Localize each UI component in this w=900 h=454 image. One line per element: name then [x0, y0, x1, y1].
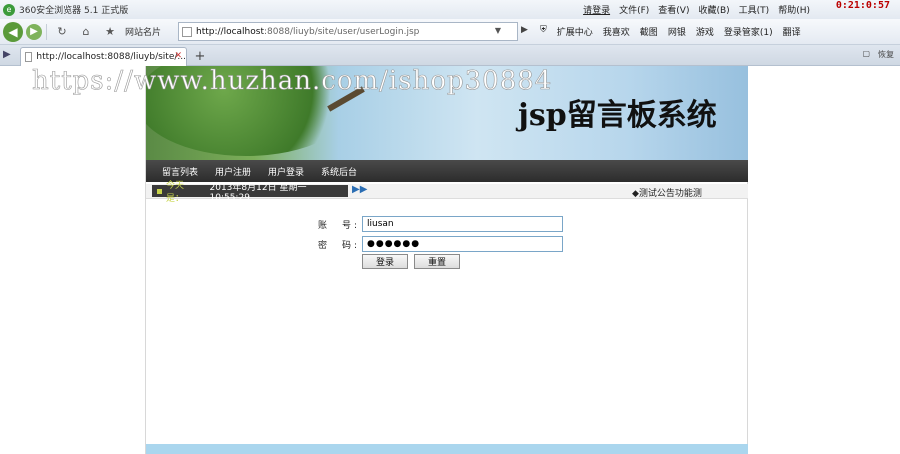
- browser-title-bar: e 360安全浏览器 5.1 正式版 请登录 文件(F) 查看(V) 收藏(B)…: [0, 0, 900, 19]
- shield-icon[interactable]: ⛨: [540, 25, 547, 38]
- menu-view[interactable]: 查看(V): [658, 3, 689, 16]
- login-button[interactable]: 登录: [362, 254, 408, 269]
- button-row: 登录 重置: [146, 254, 748, 270]
- menu-file[interactable]: 文件(F): [619, 3, 649, 16]
- browser-logo-icon: e: [3, 3, 15, 16]
- browser-menu-bar: 请登录 文件(F) 查看(V) 收藏(B) 工具(T) 帮助(H): [583, 3, 810, 16]
- notice-marquee: ◆测试公告功能测: [632, 189, 702, 199]
- tab-active[interactable]: http://localhost:8088/liuyb/site/... ✕: [20, 47, 187, 66]
- extension-toolbar: ⛨ 扩展中心 我喜欢 截图 网银 游戏 登录管家(1) 翻译: [540, 25, 801, 38]
- like-button[interactable]: 我喜欢: [603, 25, 630, 38]
- footer-band: [146, 444, 748, 454]
- address-host: http://localhost: [196, 26, 264, 37]
- account-row: 账 号:: [146, 216, 748, 232]
- watermark: https://www.huzhan.com/ishop30884: [32, 66, 553, 97]
- date-value: 2013年8月12日 星期一 10:55:29: [209, 182, 307, 203]
- new-tab-button[interactable]: +: [192, 49, 208, 64]
- menu-tools[interactable]: 工具(T): [739, 3, 770, 16]
- info-bar: 今天是： 2013年8月12日 星期一 10:55:29 ▶▶ ◆测试公告功能测: [146, 181, 748, 204]
- clock-overlay: 0:21:0:57: [835, 0, 890, 11]
- address-dropdown-icon[interactable]: ▼: [495, 26, 501, 35]
- double-arrow-icon: ▶▶: [352, 184, 368, 195]
- password-row: 密 码:: [146, 236, 748, 252]
- screenshot-button[interactable]: 截图: [640, 25, 658, 38]
- password-input[interactable]: [362, 236, 563, 252]
- bank-button[interactable]: 网银: [668, 25, 686, 38]
- login-manager-button[interactable]: 登录管家(1): [724, 25, 773, 38]
- reset-button[interactable]: 重置: [414, 254, 460, 269]
- forward-button[interactable]: ▶: [26, 23, 42, 40]
- menu-help[interactable]: 帮助(H): [778, 3, 810, 16]
- extension-center-button[interactable]: 扩展中心: [557, 25, 593, 38]
- tab-title: http://localhost:8088/liuyb/site/...: [36, 52, 186, 62]
- browser-title: 360安全浏览器 5.1 正式版: [19, 6, 129, 16]
- menu-user-register[interactable]: 用户注册: [215, 165, 251, 178]
- menu-user-login[interactable]: 用户登录: [268, 165, 304, 178]
- address-path: :8088/liuyb/site/user/userLogin.jsp: [263, 26, 420, 37]
- window-layout-icon[interactable]: ▢: [862, 49, 870, 60]
- go-arrow-icon[interactable]: ▶: [521, 25, 528, 35]
- menu-message-list[interactable]: 留言列表: [162, 165, 198, 178]
- sidebar-toggle-icon[interactable]: ▶: [3, 49, 11, 60]
- login-link[interactable]: 请登录: [583, 3, 610, 16]
- tab-bar-right-tools: ▢ 恢复: [862, 49, 894, 60]
- games-button[interactable]: 游戏: [696, 25, 714, 38]
- bullet-icon: [157, 188, 162, 194]
- page-icon: [182, 26, 192, 37]
- date-label: 今天是：: [165, 181, 184, 204]
- account-label: 账 号:: [318, 221, 361, 231]
- password-label: 密 码:: [318, 241, 361, 251]
- translate-button[interactable]: 翻译: [783, 25, 801, 38]
- tab-page-icon: [25, 52, 33, 62]
- menu-favorites[interactable]: 收藏(B): [698, 3, 729, 16]
- account-input[interactable]: [362, 216, 563, 232]
- favorites-star-icon[interactable]: ★: [101, 23, 119, 41]
- address-bar[interactable]: http://localhost:8088/liuyb/site/user/us…: [178, 22, 518, 41]
- site-title: jsp留言板系统: [518, 98, 717, 133]
- restore-button[interactable]: 恢复: [878, 49, 894, 60]
- tab-close-icon[interactable]: ✕: [174, 51, 182, 61]
- site-card-button[interactable]: 网站名片: [125, 25, 161, 38]
- tab-bar: ▶ http://localhost:8088/liuyb/site/... ✕…: [0, 45, 900, 66]
- date-box: 今天是： 2013年8月12日 星期一 10:55:29: [152, 181, 348, 204]
- navigation-toolbar: ◀ ▶ ↻ ⌂ ★ 网站名片 http://localhost:8088/liu…: [0, 19, 900, 45]
- menu-admin[interactable]: 系统后台: [321, 165, 357, 178]
- web-page: https://www.huzhan.com/ishop30884 jsp留言板…: [0, 66, 900, 454]
- toolbar-divider: [46, 23, 47, 40]
- home-button[interactable]: ⌂: [77, 23, 95, 41]
- refresh-button[interactable]: ↻: [53, 23, 71, 41]
- back-button[interactable]: ◀: [3, 21, 23, 42]
- page-container: jsp留言板系统 留言列表 用户注册 用户登录 系统后台 今天是： 2013年8…: [145, 66, 748, 454]
- address-url[interactable]: http://localhost:8088/liuyb/site/user/us…: [196, 27, 419, 37]
